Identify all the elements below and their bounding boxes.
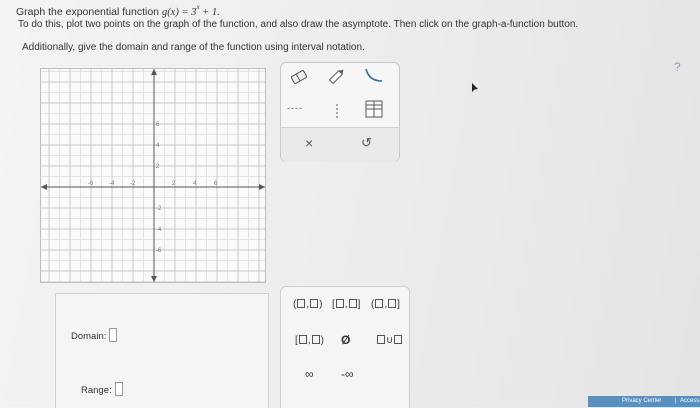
x-tick-label: -2 bbox=[130, 181, 136, 187]
vertical-asymptote-icon[interactable] bbox=[333, 103, 341, 119]
x-tick-label: -6 bbox=[88, 181, 94, 187]
undo-button[interactable]: ↺ bbox=[361, 135, 372, 151]
range-label: Range: bbox=[81, 385, 112, 396]
y-tick-label: 6 bbox=[156, 122, 160, 128]
y-tick-label: -4 bbox=[156, 227, 162, 233]
eraser-icon[interactable] bbox=[289, 69, 309, 85]
coordinate-grid[interactable]: -6 -4 -2 2 4 6 642-2-4-6 bbox=[41, 69, 265, 282]
answer-panel: Domain: Range: bbox=[55, 293, 269, 408]
mouse-cursor-icon bbox=[472, 83, 478, 92]
help-button[interactable]: ? bbox=[674, 60, 681, 74]
open-closed-interval-button[interactable]: (,] bbox=[371, 299, 400, 310]
table-icon[interactable] bbox=[365, 100, 383, 118]
toolbar-actions: × ↺ bbox=[281, 127, 399, 162]
dashed-line-icon[interactable]: ---- bbox=[287, 103, 303, 113]
pencil-icon[interactable] bbox=[327, 67, 347, 85]
y-tick-label: -2 bbox=[156, 206, 162, 212]
question-line-3: Additionally, give the domain and range … bbox=[22, 42, 365, 53]
question-line-1: Graph the exponential function g(x) = 3x… bbox=[16, 3, 220, 18]
open-open-interval-button[interactable]: (,) bbox=[293, 299, 322, 310]
infinity-button[interactable]: ∞ bbox=[305, 367, 314, 381]
domain-row: Domain: bbox=[71, 326, 118, 344]
closed-open-interval-button[interactable]: [,) bbox=[295, 335, 324, 346]
union-button[interactable]: ∪ bbox=[376, 335, 403, 346]
interval-palette: (,) [,] (,] [,) Ø ∪ ∞ -∞ bbox=[280, 286, 410, 408]
graph-panel[interactable]: -6 -4 -2 2 4 6 6 4 2 -2 -4 -6 bbox=[40, 68, 266, 283]
privacy-center-link[interactable]: Privacy Center bbox=[622, 396, 661, 407]
x-axis-arrow-right bbox=[259, 184, 265, 190]
closed-closed-interval-button[interactable]: [,] bbox=[332, 299, 360, 310]
domain-label: Domain: bbox=[71, 331, 107, 342]
function-name: g(x) bbox=[161, 7, 179, 18]
y-tick-label: 2 bbox=[156, 164, 160, 170]
y-tick-label: 4 bbox=[156, 143, 160, 149]
clear-button[interactable]: × bbox=[305, 135, 313, 151]
domain-input[interactable] bbox=[109, 328, 118, 342]
footer-bar: Privacy Center | Access bbox=[588, 396, 700, 407]
graph-toolbar: ---- × ↺ bbox=[280, 62, 400, 162]
y-tick-label: -6 bbox=[156, 248, 162, 254]
x-tick-label: -4 bbox=[109, 181, 115, 187]
question-line-2: To do this, plot two points on the graph… bbox=[18, 19, 579, 30]
x-axis-arrow-left bbox=[41, 184, 47, 190]
range-input[interactable] bbox=[114, 382, 123, 396]
range-row: Range: bbox=[81, 380, 123, 398]
empty-set-button[interactable]: Ø bbox=[341, 333, 350, 347]
negative-infinity-button[interactable]: -∞ bbox=[341, 367, 354, 381]
accessibility-link[interactable]: Access bbox=[680, 396, 699, 407]
graph-function-icon[interactable] bbox=[363, 67, 385, 85]
